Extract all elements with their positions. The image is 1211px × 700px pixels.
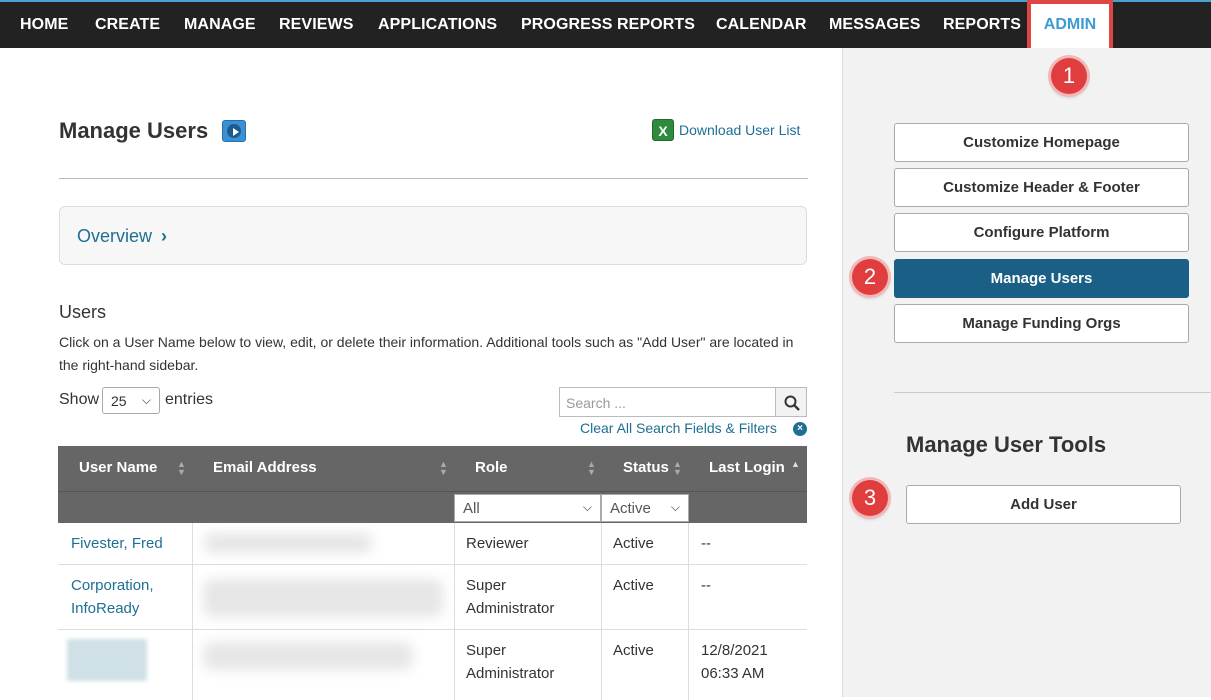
users-heading: Users xyxy=(59,302,107,322)
search-icon xyxy=(784,395,800,411)
redacted-email xyxy=(203,533,373,553)
sort-icon[interactable]: ▲ ▼ xyxy=(587,460,596,477)
callout-2: 2 xyxy=(852,259,888,295)
admin-highlight: ADMIN xyxy=(1027,0,1113,52)
role-cell: Super Administrator xyxy=(466,639,554,685)
show-label: Show xyxy=(59,391,100,408)
col-user-name[interactable]: User Name xyxy=(79,459,157,476)
user-name-link[interactable]: Corporation, InfoReady xyxy=(71,574,154,620)
role-cell: Reviewer xyxy=(466,535,529,552)
redacted-user-name[interactable] xyxy=(67,639,147,681)
redacted-email xyxy=(203,642,413,670)
nav-reports[interactable]: REPORTS xyxy=(943,16,1021,34)
overview-label[interactable]: Overview xyxy=(77,226,152,247)
entries-per-page-select[interactable]: 25 ⌵ xyxy=(102,387,160,414)
manage-users-button[interactable]: Manage Users xyxy=(894,259,1189,298)
users-description: Click on a User Name below to view, edit… xyxy=(59,334,794,373)
user-name-line: InfoReady xyxy=(71,600,140,617)
table-header: User Name ▲ ▼ Email Address ▲ ▼ Role ▲ ▼ St… xyxy=(58,446,807,491)
sort-icon[interactable]: ▲ ▼ xyxy=(673,460,682,477)
excel-icon[interactable]: X xyxy=(652,119,674,141)
user-name-line: Corporation, xyxy=(71,577,154,594)
manage-user-tools-heading: Manage User Tools xyxy=(906,432,1107,457)
nav-admin[interactable]: ADMIN xyxy=(1031,4,1109,34)
search-input[interactable]: Search ... xyxy=(559,387,776,417)
play-video-icon[interactable] xyxy=(222,120,246,142)
sort-icon[interactable]: ▲ ▼ xyxy=(439,460,448,477)
download-user-list-link[interactable]: Download User List xyxy=(679,122,800,138)
last-login-cell: -- xyxy=(701,577,711,594)
table-row: Fivester, Fred Reviewer Active -- xyxy=(58,523,807,565)
role-line: Super xyxy=(466,642,507,659)
table-row: Super Administrator Active 12/8/2021 06:… xyxy=(58,630,807,700)
add-user-button[interactable]: Add User xyxy=(906,485,1181,524)
last-login-cell: -- xyxy=(701,535,711,552)
entries-label: entries xyxy=(165,391,214,408)
table-row: Corporation, InfoReady Super Administrat… xyxy=(58,565,807,630)
manage-funding-orgs-button[interactable]: Manage Funding Orgs xyxy=(894,304,1189,343)
role-filter-value: All xyxy=(463,500,480,517)
role-cell: Super Administrator xyxy=(466,574,554,620)
chevron-down-icon: ⌵ xyxy=(670,500,680,514)
status-filter-select[interactable]: Active ⌵ xyxy=(601,494,689,522)
nav-create[interactable]: CREATE xyxy=(95,16,160,34)
clear-filters-link[interactable]: Clear All Search Fields & Filters xyxy=(580,420,777,436)
col-last-login[interactable]: Last Login xyxy=(709,459,785,476)
configure-platform-button[interactable]: Configure Platform xyxy=(894,213,1189,252)
filter-row: All ⌵ Active ⌵ xyxy=(58,491,807,523)
status-cell: Active xyxy=(613,535,654,552)
entries-per-page-value: 25 xyxy=(111,393,127,409)
role-line: Administrator xyxy=(466,600,555,617)
sort-asc-icon[interactable]: ▲ xyxy=(791,460,800,469)
chevron-down-icon: ⌵ xyxy=(582,500,592,514)
chevron-down-icon: ⌵ xyxy=(141,393,151,407)
nav-applications[interactable]: APPLICATIONS xyxy=(378,16,497,34)
clear-icon[interactable]: × xyxy=(793,422,807,436)
col-email-address[interactable]: Email Address xyxy=(213,459,317,476)
overview-panel[interactable]: Overview › xyxy=(59,206,807,265)
search-button[interactable] xyxy=(775,387,807,417)
chevron-right-icon: › xyxy=(161,226,167,246)
customize-header-footer-button[interactable]: Customize Header & Footer xyxy=(894,168,1189,207)
customize-homepage-button[interactable]: Customize Homepage xyxy=(894,123,1189,162)
last-login-cell: 12/8/2021 06:33 AM xyxy=(701,639,768,685)
nav-progress-reports[interactable]: PROGRESS REPORTS xyxy=(521,16,695,34)
status-cell: Active xyxy=(613,577,654,594)
user-name-link[interactable]: Fivester, Fred xyxy=(71,532,163,555)
last-login-time: 06:33 AM xyxy=(701,665,765,682)
status-cell: Active xyxy=(613,642,654,659)
nav-manage[interactable]: MANAGE xyxy=(184,16,256,34)
nav-calendar[interactable]: CALENDAR xyxy=(716,16,807,34)
nav-messages[interactable]: MESSAGES xyxy=(829,16,921,34)
callout-1: 1 xyxy=(1051,58,1087,94)
col-status[interactable]: Status xyxy=(623,459,669,476)
page-title: Manage Users xyxy=(59,118,209,143)
last-login-date: 12/8/2021 xyxy=(701,642,768,659)
role-line: Super xyxy=(466,577,507,594)
redacted-email xyxy=(203,579,443,617)
sort-icon[interactable]: ▲ ▼ xyxy=(177,460,186,477)
nav-reviews[interactable]: REVIEWS xyxy=(279,16,354,34)
divider xyxy=(894,392,1211,393)
status-filter-value: Active xyxy=(610,500,651,517)
role-filter-select[interactable]: All ⌵ xyxy=(454,494,601,522)
right-sidebar: Customize Homepage Customize Header & Fo… xyxy=(842,48,1211,697)
divider xyxy=(59,178,808,179)
col-role[interactable]: Role xyxy=(475,459,508,476)
main-content: Manage Users X Download User List Overvi… xyxy=(0,48,842,700)
nav-home[interactable]: HOME xyxy=(20,16,68,34)
callout-3: 3 xyxy=(852,480,888,516)
role-line: Administrator xyxy=(466,665,555,682)
